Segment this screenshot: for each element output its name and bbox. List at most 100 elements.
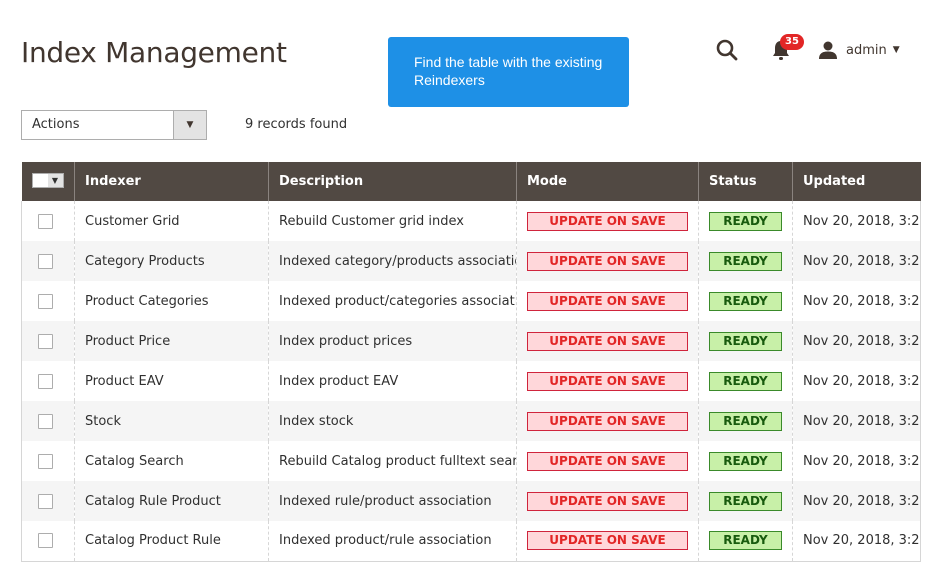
row-select-cell — [21, 241, 75, 281]
row-select-cell — [21, 361, 75, 401]
mode-cell: UPDATE ON SAVE — [516, 241, 699, 281]
mode-badge: UPDATE ON SAVE — [527, 411, 688, 431]
row-select-cell — [21, 321, 75, 361]
row-select-cell — [21, 481, 75, 521]
mode-cell: UPDATE ON SAVE — [516, 281, 699, 321]
search-button[interactable] — [712, 36, 742, 64]
mode-cell: UPDATE ON SAVE — [516, 201, 699, 241]
row-checkbox[interactable] — [38, 533, 53, 549]
row-checkbox[interactable] — [38, 293, 53, 309]
table-row[interactable]: Stock Index stock UPDATE ON SAVE READY Nov 2… — [21, 401, 921, 441]
actions-dropdown[interactable]: Actions ▼ — [21, 110, 207, 140]
table-row[interactable]: Customer Grid Rebuild Customer grid index… — [21, 201, 921, 241]
user-name: admin — [846, 42, 887, 58]
column-header-mode[interactable]: Mode — [516, 162, 699, 201]
description-cell: Indexed rule/product association — [268, 481, 517, 521]
indexer-cell: Customer Grid — [74, 201, 269, 241]
description-cell: Indexed product/categories association — [268, 281, 517, 321]
row-select-cell — [21, 441, 75, 481]
mass-select-checkbox[interactable] — [32, 173, 48, 187]
row-select-cell — [21, 201, 75, 241]
indexer-grid: ▼ Indexer Description Mode Status Update… — [21, 162, 921, 562]
table-row[interactable]: Catalog Search Rebuild Catalog product fu… — [21, 441, 921, 481]
description-cell: Rebuild Catalog product fulltext search — [268, 441, 517, 481]
updated-cell: Nov 20, 2018, 3:27 — [792, 401, 921, 441]
indexer-cell: Product EAV — [74, 361, 269, 401]
description-cell: Rebuild Customer grid index — [268, 201, 517, 241]
status-cell: READY — [698, 281, 793, 321]
row-checkbox[interactable] — [38, 253, 53, 269]
status-cell: READY — [698, 481, 793, 521]
mode-cell: UPDATE ON SAVE — [516, 361, 699, 401]
mode-badge: UPDATE ON SAVE — [527, 371, 688, 391]
mode-cell: UPDATE ON SAVE — [516, 441, 699, 481]
updated-cell: Nov 20, 2018, 3:27 — [792, 241, 921, 281]
notifications-count-badge: 35 — [780, 34, 804, 50]
actions-dropdown-toggle[interactable]: ▼ — [173, 111, 206, 139]
chevron-down-icon: ▼ — [186, 120, 194, 130]
indexer-cell: Catalog Product Rule — [74, 521, 269, 562]
mode-badge: UPDATE ON SAVE — [527, 451, 688, 471]
status-cell: READY — [698, 241, 793, 281]
chevron-down-icon[interactable]: ▼ — [47, 173, 63, 187]
description-cell: Indexed category/products association — [268, 241, 517, 281]
mode-cell: UPDATE ON SAVE — [516, 321, 699, 361]
page-title: Index Management — [21, 36, 287, 69]
updated-cell: Nov 20, 2018, 3:27 — [792, 361, 921, 401]
row-checkbox[interactable] — [38, 453, 53, 469]
column-header-status[interactable]: Status — [698, 162, 793, 201]
table-row[interactable]: Catalog Rule Product Indexed rule/product… — [21, 481, 921, 521]
indexer-cell: Catalog Search — [74, 441, 269, 481]
updated-cell: Nov 20, 2018, 3:27 — [792, 441, 921, 481]
updated-cell: Nov 20, 2018, 3:27 — [792, 521, 921, 562]
mass-select-header: ▼ — [21, 162, 75, 201]
row-checkbox[interactable] — [38, 333, 53, 349]
column-header-updated[interactable]: Updated — [792, 162, 921, 201]
status-cell: READY — [698, 521, 793, 562]
table-row[interactable]: Product Categories Indexed product/catego… — [21, 281, 921, 321]
status-badge: READY — [709, 371, 782, 391]
mode-badge: UPDATE ON SAVE — [527, 531, 688, 551]
description-cell: Indexed product/rule association — [268, 521, 517, 562]
grid-header-row: ▼ Indexer Description Mode Status Update… — [21, 162, 921, 201]
updated-cell: Nov 20, 2018, 3:27 — [792, 281, 921, 321]
description-cell: Index product EAV — [268, 361, 517, 401]
description-cell: Index product prices — [268, 321, 517, 361]
indexer-cell: Product Categories — [74, 281, 269, 321]
mass-select-dropdown[interactable]: ▼ — [31, 172, 64, 188]
status-badge: READY — [709, 211, 782, 231]
row-checkbox[interactable] — [38, 373, 53, 389]
status-cell: READY — [698, 361, 793, 401]
table-row[interactable]: Product EAV Index product EAV UPDATE ON SA… — [21, 361, 921, 401]
table-row[interactable]: Catalog Product Rule Indexed product/rule… — [21, 521, 921, 562]
grid-body: Customer Grid Rebuild Customer grid index… — [21, 201, 921, 562]
row-select-cell — [21, 521, 75, 562]
status-badge: READY — [709, 491, 782, 511]
row-checkbox[interactable] — [38, 413, 53, 429]
user-icon — [819, 41, 837, 59]
table-row[interactable]: Category Products Indexed category/produc… — [21, 241, 921, 281]
indexer-cell: Catalog Rule Product — [74, 481, 269, 521]
records-found-count: 9 records found — [245, 117, 348, 132]
column-header-indexer[interactable]: Indexer — [74, 162, 269, 201]
user-menu[interactable]: admin ▼ — [818, 40, 900, 60]
indexer-cell: Product Price — [74, 321, 269, 361]
search-icon — [716, 39, 738, 61]
header-actions: 35 admin ▼ — [712, 34, 900, 64]
actions-dropdown-label: Actions — [32, 117, 80, 132]
status-cell: READY — [698, 201, 793, 241]
row-select-cell — [21, 401, 75, 441]
status-badge: READY — [709, 331, 782, 351]
status-cell: READY — [698, 401, 793, 441]
status-badge: READY — [709, 251, 782, 271]
row-checkbox[interactable] — [38, 493, 53, 509]
tooltip-text: Find the table with the existing Reindex… — [414, 54, 603, 88]
status-cell: READY — [698, 441, 793, 481]
updated-cell: Nov 20, 2018, 3:27 — [792, 201, 921, 241]
status-badge: READY — [709, 291, 782, 311]
row-checkbox[interactable] — [38, 213, 53, 229]
notifications-button[interactable]: 35 — [766, 34, 804, 64]
column-header-description[interactable]: Description — [268, 162, 517, 201]
table-row[interactable]: Product Price Index product prices UPDATE … — [21, 321, 921, 361]
mode-badge: UPDATE ON SAVE — [527, 251, 688, 271]
